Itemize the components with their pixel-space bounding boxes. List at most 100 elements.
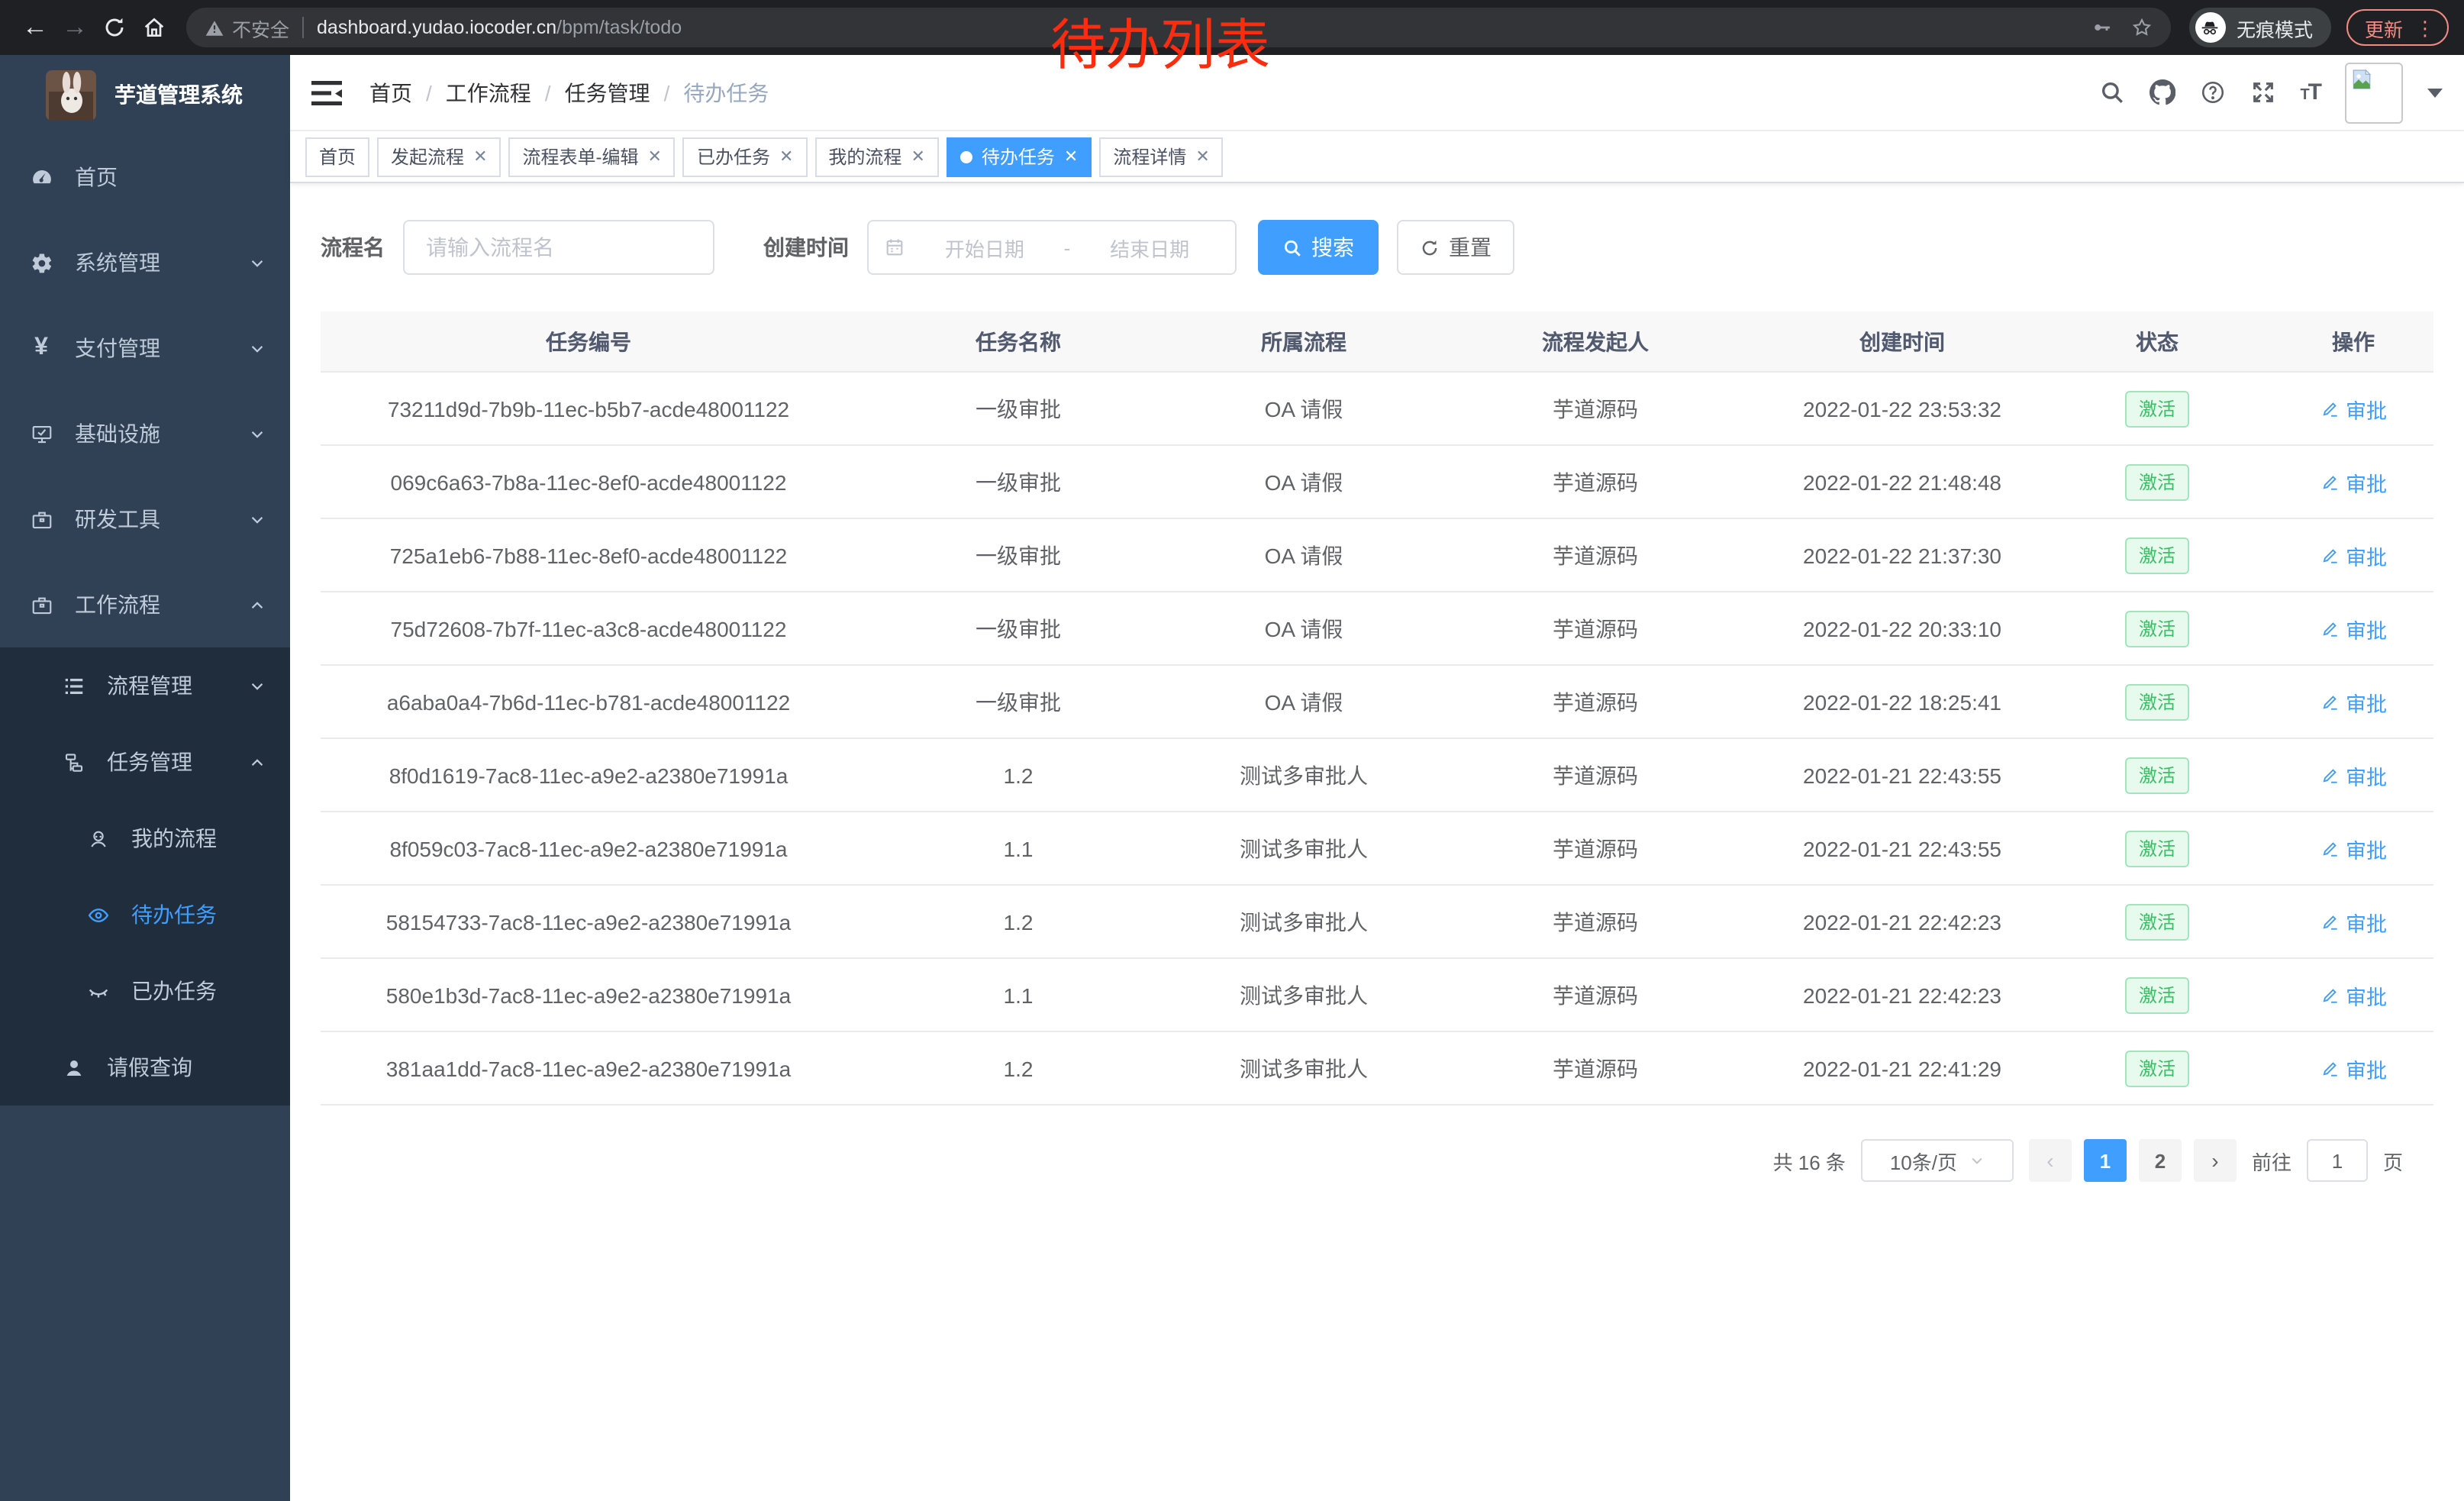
cell-task-id: 73211d9d-7b9b-11ec-b5b7-acde48001122: [321, 396, 856, 421]
cell-starter: 芋道源码: [1427, 906, 1763, 937]
cell-starter: 芋道源码: [1427, 393, 1763, 424]
sidebar-item-infrastructure[interactable]: 基础设施: [0, 391, 290, 476]
process-name-input[interactable]: 请输入流程名: [403, 220, 714, 275]
sidebar-item-system-mgmt[interactable]: 系统管理: [0, 220, 290, 305]
tab-首页[interactable]: 首页: [305, 137, 369, 176]
approve-link[interactable]: 审批: [2320, 980, 2387, 1010]
close-icon[interactable]: ✕: [648, 147, 662, 166]
sidebar-item-payment-mgmt[interactable]: ¥支付管理: [0, 305, 290, 391]
cell-action: 审批: [2273, 466, 2433, 497]
chevron-up-icon: [249, 754, 266, 770]
approve-link[interactable]: 审批: [2320, 686, 2387, 717]
cell-status: 激活: [2041, 463, 2273, 500]
approve-link[interactable]: 审批: [2320, 393, 2387, 424]
cell-task-id: 58154733-7ac8-11ec-a9e2-a2380e71991a: [321, 909, 856, 934]
incognito-icon: [2195, 12, 2226, 43]
cell-created: 2022-01-22 21:48:48: [1763, 470, 2041, 494]
forward-icon[interactable]: →: [55, 8, 95, 47]
sidebar-toggle-icon[interactable]: [311, 79, 345, 106]
back-icon[interactable]: ←: [15, 8, 55, 47]
goto-page-input[interactable]: 1: [2307, 1139, 2368, 1182]
search-button[interactable]: 搜索: [1258, 220, 1379, 275]
table-row: 75d72608-7b7f-11ec-a3c8-acde48001122一级审批…: [321, 592, 2433, 666]
tab-label: 流程表单-编辑: [523, 144, 639, 169]
tab-已办任务[interactable]: 已办任务✕: [683, 137, 807, 176]
breadcrumb-home[interactable]: 首页: [369, 77, 412, 108]
prev-page-button[interactable]: ‹: [2029, 1139, 2072, 1182]
broken-image-icon: [2350, 66, 2374, 91]
close-icon[interactable]: ✕: [1064, 147, 1078, 166]
cell-created: 2022-01-21 22:42:23: [1763, 983, 2041, 1007]
tab-待办任务[interactable]: 待办任务✕: [947, 137, 1092, 176]
close-icon[interactable]: ✕: [1195, 147, 1209, 166]
start-date-placeholder: 开始日期: [914, 233, 1055, 262]
cell-status: 激活: [2041, 757, 2273, 793]
cell-task-id: 069c6a63-7b8a-11ec-8ef0-acde48001122: [321, 470, 856, 494]
bookmark-star-icon[interactable]: [2131, 17, 2153, 38]
home-icon[interactable]: [134, 8, 174, 47]
avatar[interactable]: [2345, 62, 2403, 123]
sidebar-item-done-tasks[interactable]: 已办任务: [0, 953, 290, 1029]
close-icon[interactable]: ✕: [911, 147, 924, 166]
cell-status: 激活: [2041, 1050, 2273, 1086]
breadcrumb-current: 待办任务: [683, 77, 769, 108]
column-header: 所属流程: [1180, 326, 1427, 357]
sidebar-item-home[interactable]: 首页: [0, 134, 290, 220]
sidebar-item-todo-tasks[interactable]: 待办任务: [0, 876, 290, 953]
date-range-input[interactable]: 开始日期 - 结束日期: [867, 220, 1237, 275]
chevron-up-icon: [249, 596, 266, 613]
approve-link[interactable]: 审批: [2320, 540, 2387, 570]
sidebar-item-task-mgmt[interactable]: 任务管理: [0, 724, 290, 800]
cell-task-id: a6aba0a4-7b6d-11ec-b781-acde48001122: [321, 689, 856, 714]
approve-link[interactable]: 审批: [2320, 906, 2387, 937]
cell-task-id: 8f059c03-7ac8-11ec-a9e2-a2380e71991a: [321, 836, 856, 860]
omnibox-divider: [302, 17, 303, 38]
help-icon[interactable]: [2199, 79, 2225, 105]
github-icon[interactable]: [2149, 79, 2175, 105]
briefcase-icon: [29, 507, 53, 531]
url-path: /bpm/task/todo: [556, 17, 682, 38]
search-icon[interactable]: [2098, 79, 2124, 105]
approve-link[interactable]: 审批: [2320, 760, 2387, 790]
sidebar-item-my-process[interactable]: 我的流程: [0, 800, 290, 876]
tab-流程表单-编辑[interactable]: 流程表单-编辑 ✕: [509, 137, 676, 176]
tab-发起流程[interactable]: 发起流程✕: [377, 137, 501, 176]
status-badge: 激活: [2125, 903, 2189, 940]
close-icon[interactable]: ✕: [473, 147, 487, 166]
sidebar: 芋道管理系统 首页系统管理¥支付管理基础设施研发工具工作流程流程管理任务管理我的…: [0, 55, 290, 1501]
approve-link[interactable]: 审批: [2320, 833, 2387, 863]
breadcrumb-workflow[interactable]: 工作流程: [446, 77, 531, 108]
approve-link[interactable]: 审批: [2320, 466, 2387, 497]
page-size-select[interactable]: 10条/页: [1861, 1139, 2014, 1182]
reload-icon[interactable]: [95, 8, 134, 47]
key-icon[interactable]: [2091, 17, 2113, 38]
cell-process: OA 请假: [1180, 613, 1427, 644]
breadcrumb-task-mgmt[interactable]: 任务管理: [565, 77, 650, 108]
app-logo[interactable]: 芋道管理系统: [0, 55, 290, 134]
avatar-caret-icon[interactable]: [2427, 88, 2443, 97]
table-row: 580e1b3d-7ac8-11ec-a9e2-a2380e71991a1.1测…: [321, 959, 2433, 1032]
sidebar-item-process-mgmt[interactable]: 流程管理: [0, 647, 290, 724]
status-badge: 激活: [2125, 537, 2189, 573]
goto-label: 前往: [2252, 1146, 2291, 1175]
close-icon[interactable]: ✕: [779, 147, 793, 166]
cell-created: 2022-01-21 22:43:55: [1763, 763, 2041, 787]
approve-link[interactable]: 审批: [2320, 613, 2387, 644]
browser-menu-icon[interactable]: ⋮: [2415, 18, 2435, 37]
page-button-2[interactable]: 2: [2139, 1139, 2182, 1182]
font-size-icon[interactable]: TT: [2300, 79, 2320, 105]
approve-link[interactable]: 审批: [2320, 1053, 2387, 1083]
tab-我的流程[interactable]: 我的流程✕: [814, 137, 938, 176]
update-button[interactable]: 更新 ⋮: [2346, 9, 2449, 46]
tab-流程详情[interactable]: 流程详情✕: [1099, 137, 1223, 176]
page-button-1[interactable]: 1: [2084, 1139, 2127, 1182]
sidebar-item-leave-query[interactable]: 请假查询: [0, 1029, 290, 1106]
next-page-button[interactable]: ›: [2194, 1139, 2237, 1182]
cell-action: 审批: [2273, 1053, 2433, 1083]
reset-button[interactable]: 重置: [1397, 220, 1514, 275]
fullscreen-icon[interactable]: [2250, 79, 2275, 105]
tab-label: 首页: [319, 144, 356, 169]
sidebar-item-workflow[interactable]: 工作流程: [0, 562, 290, 647]
cell-status: 激活: [2041, 390, 2273, 427]
sidebar-item-dev-tools[interactable]: 研发工具: [0, 476, 290, 562]
